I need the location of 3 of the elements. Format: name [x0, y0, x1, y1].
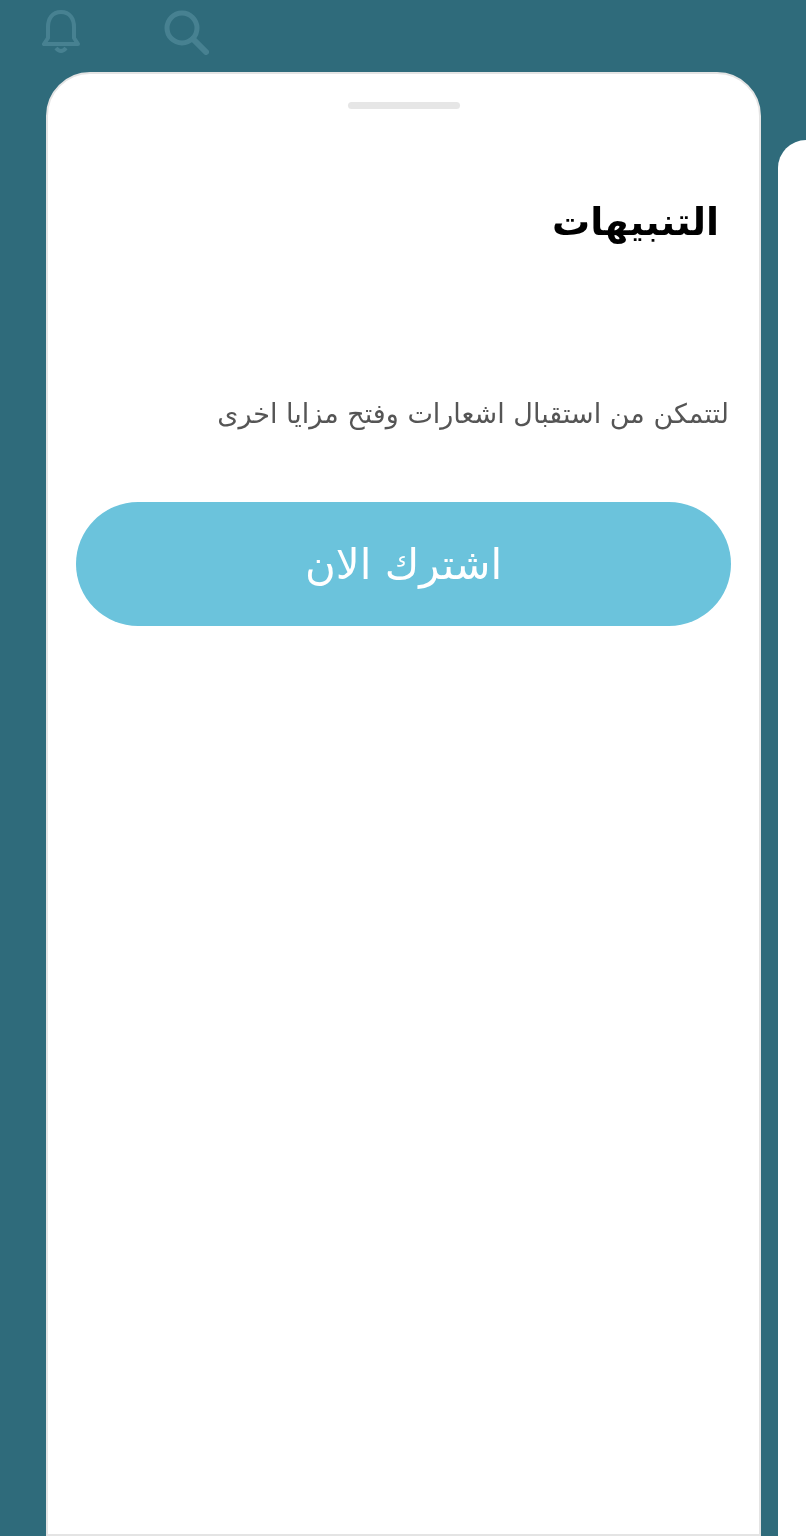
subscribe-button[interactable]: اشترك الان	[76, 502, 731, 627]
message-text: لتتمكن من استقبال اشعارات وفتح مزايا اخرى	[217, 396, 729, 431]
sheet-title: التنبيهات	[552, 199, 719, 246]
